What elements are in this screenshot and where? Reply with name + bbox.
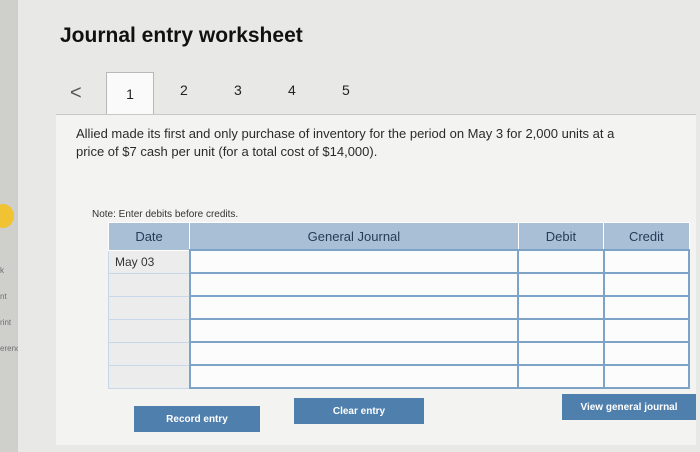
table-row	[107, 295, 691, 320]
account-input[interactable]	[188, 364, 520, 389]
previous-arrow-icon[interactable]: <	[70, 82, 82, 105]
date-cell	[107, 318, 191, 343]
credit-input[interactable]	[602, 295, 691, 320]
sidebar-label-3[interactable]: rint	[0, 318, 11, 327]
worksheet-content: Allied made its first and only purchase …	[56, 114, 696, 445]
credit-input[interactable]	[602, 249, 691, 274]
date-header: Date	[107, 222, 191, 251]
problem-prompt: Allied made its first and only purchase …	[76, 126, 615, 159]
date-cell	[107, 272, 191, 297]
left-sidebar: k nt rint erences	[0, 0, 28, 452]
table-row	[107, 318, 691, 343]
account-input[interactable]	[188, 341, 520, 366]
date-cell: May 03	[107, 249, 191, 274]
sidebar-label-2[interactable]: nt	[0, 292, 7, 301]
debit-header: Debit	[517, 222, 605, 251]
tab-2[interactable]: 2	[180, 82, 188, 98]
credit-input[interactable]	[602, 272, 691, 297]
table-row	[107, 341, 691, 366]
table-row: May 03	[107, 249, 691, 274]
journal-table: Date General Journal Debit Credit May 03	[107, 222, 691, 389]
account-input[interactable]	[188, 318, 520, 343]
note-text: Note: Enter debits before credits.	[92, 209, 239, 220]
tab-4[interactable]: 4	[288, 82, 296, 98]
account-input[interactable]	[188, 249, 520, 274]
date-cell	[107, 364, 191, 389]
credit-input[interactable]	[602, 341, 691, 366]
view-general-journal-button[interactable]: View general journal	[562, 394, 696, 420]
worksheet-panel: Journal entry worksheet < 1 2 3 4 5 Alli…	[18, 0, 700, 452]
table-row	[107, 272, 691, 297]
debit-input[interactable]	[517, 364, 605, 389]
debit-input[interactable]	[517, 249, 605, 274]
account-input[interactable]	[188, 272, 520, 297]
sidebar-label-1[interactable]: k	[0, 266, 4, 275]
tab-5[interactable]: 5	[342, 82, 350, 98]
debit-input[interactable]	[517, 272, 605, 297]
record-entry-button[interactable]: Record entry	[134, 406, 260, 432]
tab-1[interactable]: 1	[106, 72, 154, 115]
worksheet-title: Journal entry worksheet	[60, 24, 303, 47]
status-dot	[0, 204, 14, 228]
table-row	[107, 364, 691, 389]
credit-input[interactable]	[602, 318, 691, 343]
date-cell	[107, 295, 191, 320]
clear-entry-button[interactable]: Clear entry	[294, 398, 424, 424]
tab-bar: < 1 2 3 4 5	[48, 72, 368, 115]
debit-input[interactable]	[517, 295, 605, 320]
credit-header: Credit	[603, 222, 690, 251]
general-journal-header: General Journal	[189, 222, 519, 251]
credit-input[interactable]	[602, 364, 691, 389]
date-cell	[107, 341, 191, 366]
debit-input[interactable]	[517, 318, 605, 343]
tab-3[interactable]: 3	[234, 82, 242, 98]
account-input[interactable]	[188, 295, 520, 320]
debit-input[interactable]	[517, 341, 605, 366]
